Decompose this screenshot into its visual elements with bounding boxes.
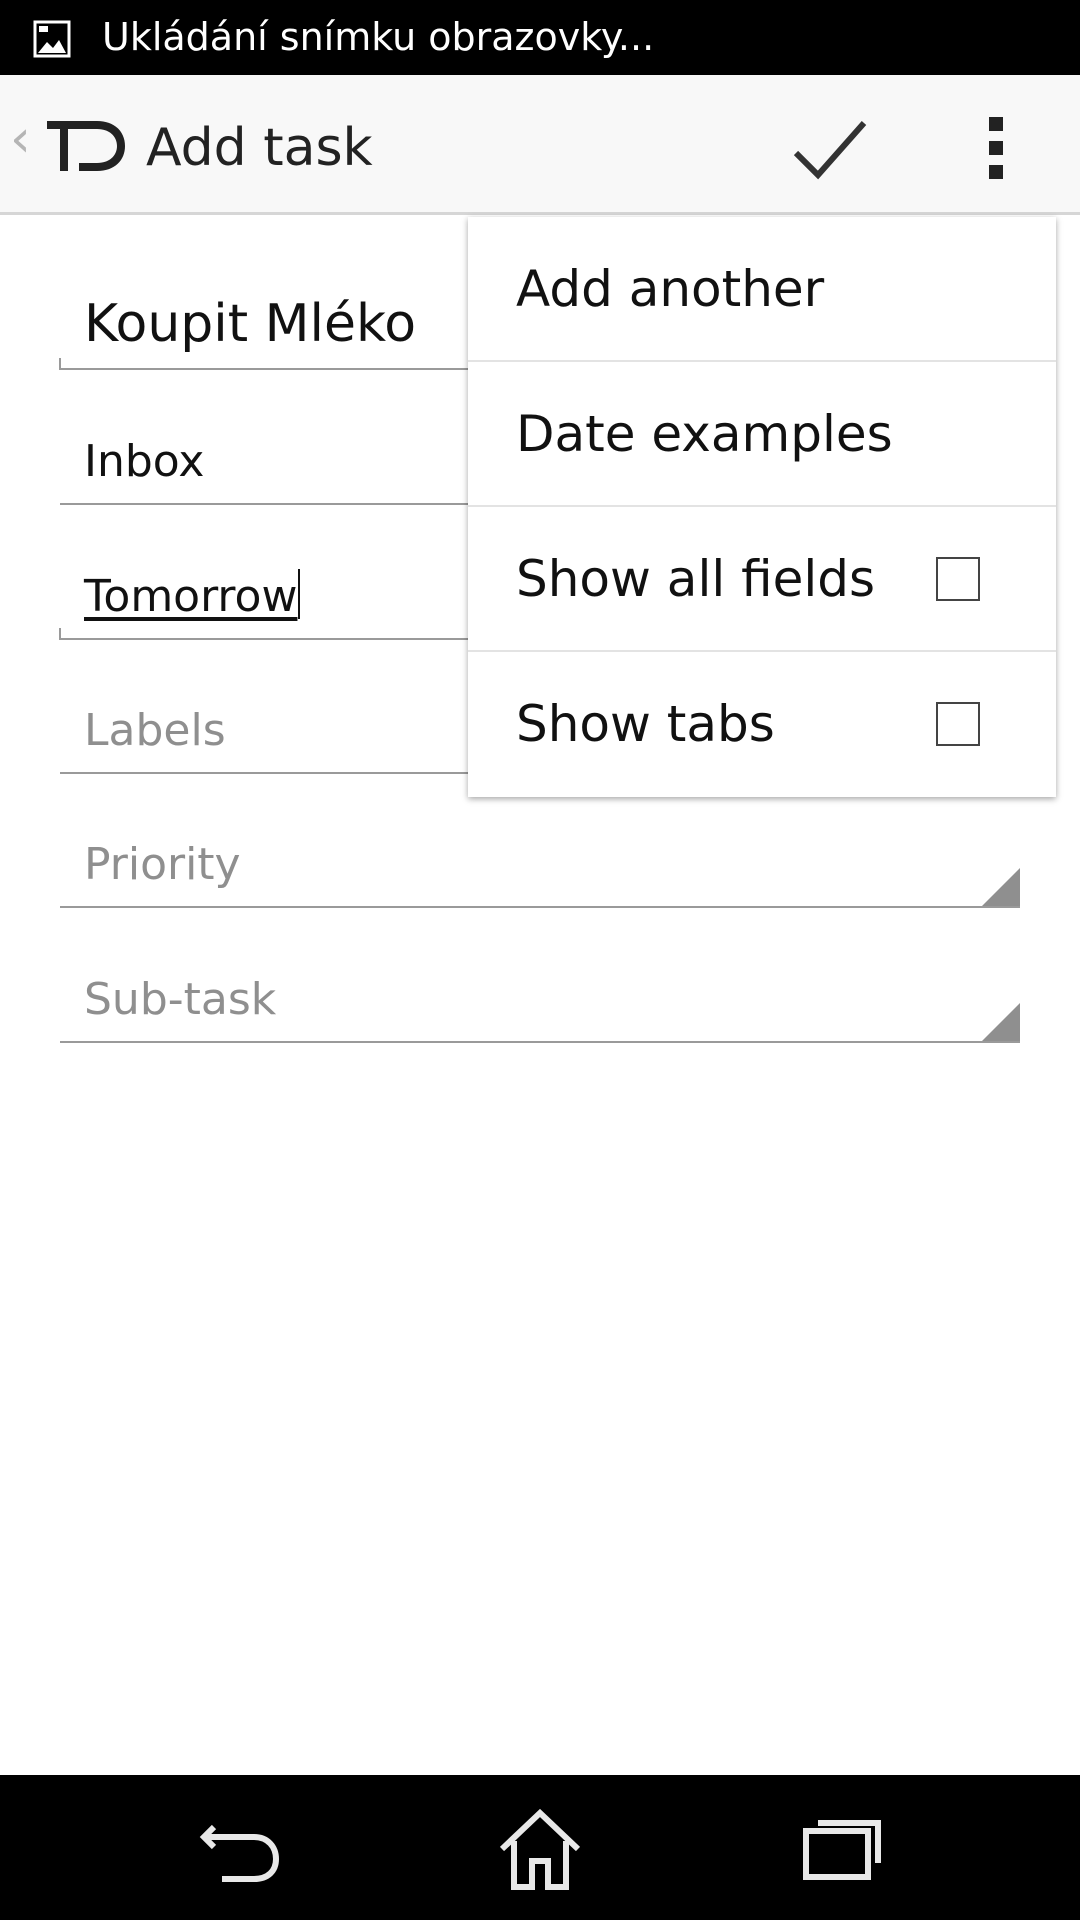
priority-spinner[interactable]: Priority: [60, 818, 1020, 908]
navigation-bar: [0, 1775, 1080, 1920]
action-bar: ‹ Add task: [0, 75, 1080, 215]
menu-item-label: Show tabs: [516, 695, 775, 753]
app-logo-icon[interactable]: [45, 115, 127, 175]
spinner-arrow-icon: [982, 868, 1020, 906]
overflow-dot: [989, 141, 1003, 155]
overflow-dot: [989, 165, 1003, 179]
due-date-value: Tomorrow: [84, 571, 298, 622]
overflow-dot: [989, 117, 1003, 131]
field-edge: [59, 358, 61, 370]
status-bar: Ukládání snímku obrazovky...: [0, 0, 1080, 75]
overflow-menu-icon[interactable]: [972, 115, 1020, 181]
priority-placeholder: Priority: [84, 839, 241, 890]
field-edge: [59, 628, 61, 640]
menu-item-date-examples[interactable]: Date examples: [468, 362, 1056, 507]
checkmark-icon[interactable]: [782, 105, 878, 189]
back-icon[interactable]: [192, 1805, 292, 1895]
page-title: Add task: [146, 118, 373, 178]
spinner-arrow-icon: [982, 1003, 1020, 1041]
recent-apps-icon[interactable]: [788, 1805, 888, 1895]
home-icon[interactable]: [490, 1805, 590, 1895]
show-all-fields-checkbox[interactable]: [936, 557, 980, 601]
project-value: Inbox: [84, 436, 205, 487]
menu-item-label: Date examples: [516, 405, 893, 463]
labels-placeholder: Labels: [84, 705, 226, 756]
due-date-input[interactable]: Tomorrow: [84, 569, 301, 624]
menu-item-label: Add another: [516, 260, 825, 318]
subtask-spinner[interactable]: Sub-task: [60, 953, 1020, 1043]
menu-item-show-tabs[interactable]: Show tabs: [468, 652, 1056, 797]
task-name-value: Koupit Mléko: [84, 294, 417, 354]
screen: Ukládání snímku obrazovky... ‹ Add task …: [0, 0, 1080, 1920]
overflow-menu: Add another Date examples Show all field…: [468, 217, 1056, 797]
status-notification-text: Ukládání snímku obrazovky...: [102, 15, 655, 59]
menu-item-label: Show all fields: [516, 550, 876, 608]
chevron-left-icon[interactable]: ‹: [10, 113, 31, 165]
menu-item-add-another[interactable]: Add another: [468, 217, 1056, 362]
show-tabs-checkbox[interactable]: [936, 702, 980, 746]
text-cursor: [298, 569, 301, 619]
menu-item-show-all-fields[interactable]: Show all fields: [468, 507, 1056, 652]
image-icon: [33, 20, 71, 58]
subtask-placeholder: Sub-task: [84, 974, 277, 1025]
